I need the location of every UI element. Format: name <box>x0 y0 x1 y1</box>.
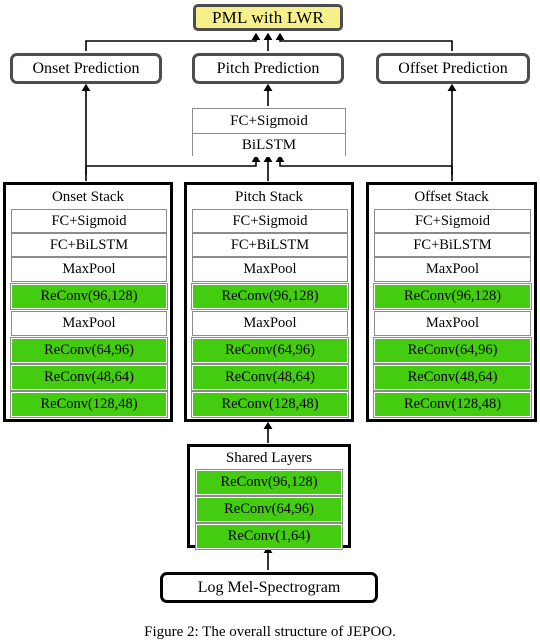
onset-layer-2-label: MaxPool <box>62 261 116 277</box>
pitch-stack-title: Pitch Stack <box>235 189 303 205</box>
pitch-layer-3: ReConv(96,128) <box>191 283 349 310</box>
fusion-bilstm-label: BiLSTM <box>241 137 297 153</box>
onset-layer-5-label: ReConv(64,96) <box>44 342 134 358</box>
pitch-layer-1-label: FC+BiLSTM <box>230 236 310 253</box>
onset-stack-title: Onset Stack <box>51 189 125 205</box>
offset-layer-2: MaxPool <box>374 257 531 282</box>
offset-layer-7-label: ReConv(128,48) <box>403 396 502 412</box>
offset-layer-0: FC+Sigmoid <box>374 209 531 233</box>
pitch-layer-4-label: MaxPool <box>243 315 297 331</box>
figure-caption: Figure 2: The overall structure of JEPOO… <box>144 624 396 640</box>
shared-layer-0-label: ReConv(96,128) <box>220 474 318 490</box>
onset-layer-6-label: ReConv(48,64) <box>44 369 134 385</box>
fusion-fc-sigmoid-row: FC+Sigmoid <box>193 109 345 133</box>
pitch-layer-4: MaxPool <box>192 311 348 336</box>
offset-stack: Offset Stack FC+Sigmoid FC+BiLSTM MaxPoo… <box>366 182 537 422</box>
pml-with-lwr-box: PML with LWR <box>193 4 343 31</box>
pitch-layer-7: ReConv(128,48) <box>191 391 349 418</box>
shared-layer-2: ReConv(1,64) <box>195 523 343 550</box>
offset-prediction-label: Offset Prediction <box>398 59 508 77</box>
fusion-bilstm-row: BiLSTM <box>193 133 345 157</box>
log-mel-spectrogram-label: Log Mel-Spectrogram <box>197 578 341 596</box>
onset-layer-0: FC+Sigmoid <box>11 209 167 233</box>
onset-layer-6: ReConv(48,64) <box>10 364 168 391</box>
onset-stack: Onset Stack FC+Sigmoid FC+BiLSTM MaxPool… <box>3 182 173 422</box>
shared-layer-1-label: ReConv(64,96) <box>224 501 314 517</box>
offset-layer-5: ReConv(64,96) <box>373 337 532 364</box>
offset-layer-2-label: MaxPool <box>425 261 480 277</box>
offset-layer-6: ReConv(48,64) <box>373 364 532 391</box>
onset-layer-7-label: ReConv(128,48) <box>40 396 138 412</box>
offset-layer-5-label: ReConv(64,96) <box>407 342 498 358</box>
pitch-layer-2-label: MaxPool <box>243 261 297 277</box>
onset-layer-1: FC+BiLSTM <box>11 233 167 257</box>
pitch-layer-7-label: ReConv(128,48) <box>221 396 319 412</box>
shared-layer-2-label: ReConv(1,64) <box>227 528 311 544</box>
pitch-layer-6: ReConv(48,64) <box>191 364 349 391</box>
log-mel-spectrogram-box: Log Mel-Spectrogram <box>160 572 378 603</box>
fusion-group: FC+Sigmoid BiLSTM <box>192 108 346 157</box>
pml-with-lwr-label: PML with LWR <box>212 8 324 27</box>
onset-layer-2: MaxPool <box>11 257 167 282</box>
offset-layer-0-label: FC+Sigmoid <box>414 212 491 229</box>
offset-layer-4-label: MaxPool <box>425 315 480 331</box>
shared-layer-1: ReConv(64,96) <box>195 496 343 523</box>
onset-prediction-label: Onset Prediction <box>32 59 140 77</box>
offset-stack-title: Offset Stack <box>414 189 489 205</box>
pitch-layer-6-label: ReConv(48,64) <box>225 369 315 385</box>
pitch-layer-5-label: ReConv(64,96) <box>225 342 315 358</box>
offset-layer-1-label: FC+BiLSTM <box>413 236 492 253</box>
onset-layer-4-label: MaxPool <box>62 315 116 331</box>
shared-layer-0: ReConv(96,128) <box>195 469 343 496</box>
offset-layer-3-label: ReConv(96,128) <box>403 288 502 304</box>
onset-layer-5: ReConv(64,96) <box>10 337 168 364</box>
pitch-prediction-box: Pitch Prediction <box>192 53 344 84</box>
pitch-layer-2: MaxPool <box>192 257 348 282</box>
onset-layer-0-label: FC+Sigmoid <box>51 212 127 229</box>
offset-layer-7: ReConv(128,48) <box>373 391 532 418</box>
pitch-stack: Pitch Stack FC+Sigmoid FC+BiLSTM MaxPool… <box>184 182 354 422</box>
offset-layer-3: ReConv(96,128) <box>373 283 532 310</box>
shared-layers-title: Shared Layers <box>225 450 313 466</box>
offset-prediction-box: Offset Prediction <box>376 53 530 84</box>
pitch-layer-0-label: FC+Sigmoid <box>232 212 308 229</box>
pitch-layer-3-label: ReConv(96,128) <box>221 288 319 304</box>
shared-layers-group: Shared Layers ReConv(96,128) ReConv(64,9… <box>187 444 351 550</box>
onset-prediction-box: Onset Prediction <box>10 53 162 84</box>
offset-layer-6-label: ReConv(48,64) <box>407 369 498 385</box>
onset-layer-1-label: FC+BiLSTM <box>49 236 129 253</box>
pitch-prediction-label: Pitch Prediction <box>216 59 320 77</box>
network-architecture-diagram: PML with LWR Onset Prediction Pitch Pred… <box>0 0 540 640</box>
offset-layer-4: MaxPool <box>374 311 531 336</box>
onset-layer-7: ReConv(128,48) <box>10 391 168 418</box>
pitch-layer-0: FC+Sigmoid <box>192 209 348 233</box>
fusion-fc-sigmoid-label: FC+Sigmoid <box>230 112 308 129</box>
onset-layer-3: ReConv(96,128) <box>10 283 168 310</box>
offset-layer-1: FC+BiLSTM <box>374 233 531 257</box>
pitch-layer-5: ReConv(64,96) <box>191 337 349 364</box>
onset-layer-3-label: ReConv(96,128) <box>40 288 138 304</box>
onset-layer-4: MaxPool <box>11 311 167 336</box>
pitch-layer-1: FC+BiLSTM <box>192 233 348 257</box>
